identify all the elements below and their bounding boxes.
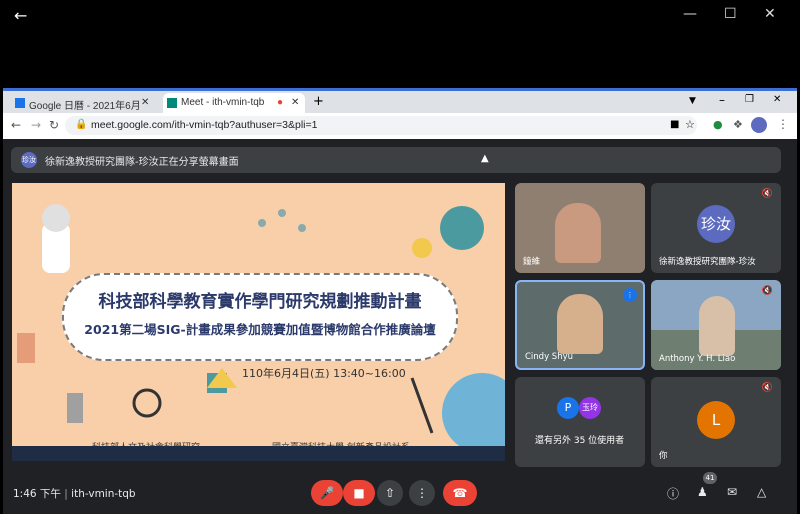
molecule-node bbox=[278, 209, 286, 217]
back-icon[interactable]: ← bbox=[11, 118, 21, 132]
activities-icon[interactable]: △ bbox=[757, 485, 766, 499]
window-restore-icon[interactable]: ❐ bbox=[745, 94, 754, 105]
window-minimize-icon[interactable]: – bbox=[719, 93, 725, 107]
meet-icon bbox=[167, 98, 177, 108]
present-button[interactable]: ⇧ bbox=[377, 480, 403, 506]
participant-tile[interactable]: 🔇 珍汝 徐新逸教授研究團隊-珍汝 bbox=[651, 183, 781, 273]
camera-icon[interactable]: ■ bbox=[670, 119, 679, 130]
screen-share-notice: 珍汝 徐新逸教授研究團隊-珍汝正在分享螢幕畫面 ▲ bbox=[11, 147, 781, 173]
participant-avatar: 珍汝 bbox=[697, 205, 735, 243]
mic-off-icon: 🔇 bbox=[761, 189, 773, 199]
address-bar: ← → ↻ 🔒 meet.google.com/ith-vmin-tqb?aut… bbox=[3, 113, 797, 140]
forward-icon[interactable]: → bbox=[31, 118, 41, 132]
tab-label: Google 日曆 - 2021年6月 bbox=[29, 101, 141, 112]
viewer-top-bar: ← — ☐ ✕ bbox=[0, 0, 800, 88]
minimize-icon[interactable]: — bbox=[683, 6, 697, 22]
menu-icon[interactable]: ⋮ bbox=[777, 117, 789, 131]
participant-video bbox=[555, 203, 601, 263]
telescope-shape bbox=[410, 377, 434, 434]
chat-icon[interactable]: ✉ bbox=[727, 485, 737, 499]
presentation-screen: 科技部科學教育實作學門研究規劃推動計畫 2021第二場SIG-計畫成果參加競賽加… bbox=[12, 183, 505, 461]
camera-off-icon: ■ bbox=[353, 486, 365, 500]
people-icon[interactable]: ♟ bbox=[697, 485, 708, 499]
leave-call-button[interactable]: ☎ bbox=[443, 480, 477, 506]
self-tile[interactable]: 🔇 L 你 bbox=[651, 377, 781, 467]
participant-name: Anthony Y. H. Liao bbox=[659, 354, 736, 364]
participant-name: 鐘維 bbox=[523, 257, 541, 267]
meet-area: 珍汝 徐新逸教授研究團隊-珍汝正在分享螢幕畫面 ▲ 科技部科學教育實作學門研究規… bbox=[3, 139, 797, 514]
magnifier-shape bbox=[132, 388, 162, 418]
tab-bar: Google 日曆 - 2021年6月 ✕ Meet - ith-vmin-tq… bbox=[3, 91, 797, 113]
slide-date: 110年6月4日(五) 13:40~16:00 bbox=[242, 367, 406, 380]
participant-video bbox=[557, 294, 603, 354]
participant-tile[interactable]: 🔇 Anthony Y. H. Liao bbox=[651, 280, 781, 370]
participant-avatar: P bbox=[557, 397, 579, 419]
url-text: meet.google.com/ith-vmin-tqb?authuser=3&… bbox=[91, 119, 318, 131]
self-avatar: L bbox=[697, 401, 735, 439]
end-call-icon: ☎ bbox=[452, 486, 468, 500]
call-controls-bar: 1:46 下午 | ith-vmin-tqb 🎤 ■ ⇧ ⋮ ☎ ⓘ ♟ 41 bbox=[3, 472, 797, 514]
maximize-icon[interactable]: ☐ bbox=[724, 6, 737, 22]
notice-text: 徐新逸教授研究團隊-珍汝正在分享螢幕畫面 bbox=[45, 157, 239, 168]
slide-title: 科技部科學教育實作學門研究規劃推動計畫 bbox=[98, 292, 422, 312]
extension-icon[interactable]: ● bbox=[713, 118, 723, 131]
presenter-avatar: 珍汝 bbox=[21, 152, 37, 168]
shared-taskbar bbox=[12, 446, 505, 461]
others-count-label: 還有另外 35 位使用者 bbox=[535, 436, 625, 446]
molecule-node bbox=[298, 224, 306, 232]
back-arrow-icon[interactable]: ← bbox=[14, 6, 27, 25]
mic-off-icon: 🎤 bbox=[319, 486, 335, 500]
slide-subtitle: 2021第二場SIG-計畫成果參加競賽加值暨博物館合作推廣論壇 bbox=[84, 322, 436, 337]
new-tab-icon[interactable]: + bbox=[313, 94, 324, 109]
planet-shape bbox=[440, 206, 484, 250]
url-field[interactable]: 🔒 meet.google.com/ith-vmin-tqb?authuser=… bbox=[65, 116, 697, 135]
sun-shape bbox=[412, 238, 432, 258]
participant-tile[interactable]: 鐘維 bbox=[515, 183, 645, 273]
tab-close-icon[interactable]: ✕ bbox=[291, 97, 299, 108]
microphone-button[interactable]: 🎤 bbox=[311, 480, 343, 506]
meeting-info: 1:46 下午 | ith-vmin-tqb bbox=[13, 488, 136, 500]
slide-title-banner: 科技部科學教育實作學門研究規劃推動計畫 2021第二場SIG-計畫成果參加競賽加… bbox=[62, 273, 458, 361]
time-label: 1:46 下午 bbox=[13, 488, 61, 500]
pattern-shape bbox=[17, 333, 35, 363]
participant-tile-speaking[interactable]: ⋮ Cindy Shyu bbox=[515, 280, 645, 370]
present-screen-icon: ⇧ bbox=[384, 486, 396, 500]
camera-button[interactable]: ■ bbox=[343, 480, 375, 506]
more-options-button[interactable]: ⋮ bbox=[409, 480, 435, 506]
participant-name: 你 bbox=[659, 451, 668, 461]
participant-video bbox=[699, 296, 735, 356]
astronaut-helmet bbox=[42, 204, 70, 232]
bookmark-star-icon[interactable]: ☆ bbox=[685, 118, 695, 131]
recording-icon: ● bbox=[277, 97, 284, 108]
participant-name: Cindy Shyu bbox=[525, 352, 574, 362]
tab-close-icon[interactable]: ✕ bbox=[141, 97, 149, 108]
mouse-cursor-icon: ▲ bbox=[481, 153, 489, 164]
reload-icon[interactable]: ↻ bbox=[49, 118, 59, 132]
tab-google-calendar[interactable]: Google 日曆 - 2021年6月 ✕ bbox=[13, 93, 153, 113]
puzzle-icon[interactable]: ❖ bbox=[733, 118, 743, 131]
meeting-code: ith-vmin-tqb bbox=[71, 488, 136, 500]
speaking-icon: ⋮ bbox=[623, 288, 637, 302]
calendar-icon bbox=[15, 98, 25, 108]
window-close-icon[interactable]: ✕ bbox=[773, 94, 781, 105]
mic-off-icon: 🔇 bbox=[761, 286, 773, 296]
profile-avatar[interactable] bbox=[751, 117, 767, 133]
molecule-node bbox=[258, 219, 266, 227]
tab-search-icon[interactable]: ▼ bbox=[689, 96, 696, 106]
globe-shape bbox=[442, 373, 505, 453]
tab-label: Meet - ith-vmin-tqb bbox=[181, 97, 265, 108]
participant-count-badge: 41 bbox=[703, 472, 717, 484]
more-vert-icon: ⋮ bbox=[416, 486, 428, 500]
tab-meet[interactable]: Meet - ith-vmin-tqb ● ✕ bbox=[163, 93, 305, 113]
participant-avatar: 玉玲 bbox=[579, 397, 601, 419]
browser-window: Google 日曆 - 2021年6月 ✕ Meet - ith-vmin-tq… bbox=[3, 88, 797, 514]
others-tile[interactable]: P 玉玲 還有另外 35 位使用者 bbox=[515, 377, 645, 467]
robot-shape bbox=[67, 393, 83, 423]
lock-icon: 🔒 bbox=[75, 119, 88, 130]
close-icon[interactable]: ✕ bbox=[764, 6, 776, 22]
mic-off-icon: 🔇 bbox=[761, 383, 773, 393]
info-icon[interactable]: ⓘ bbox=[667, 485, 679, 502]
participant-name: 徐新逸教授研究團隊-珍汝 bbox=[659, 257, 756, 267]
